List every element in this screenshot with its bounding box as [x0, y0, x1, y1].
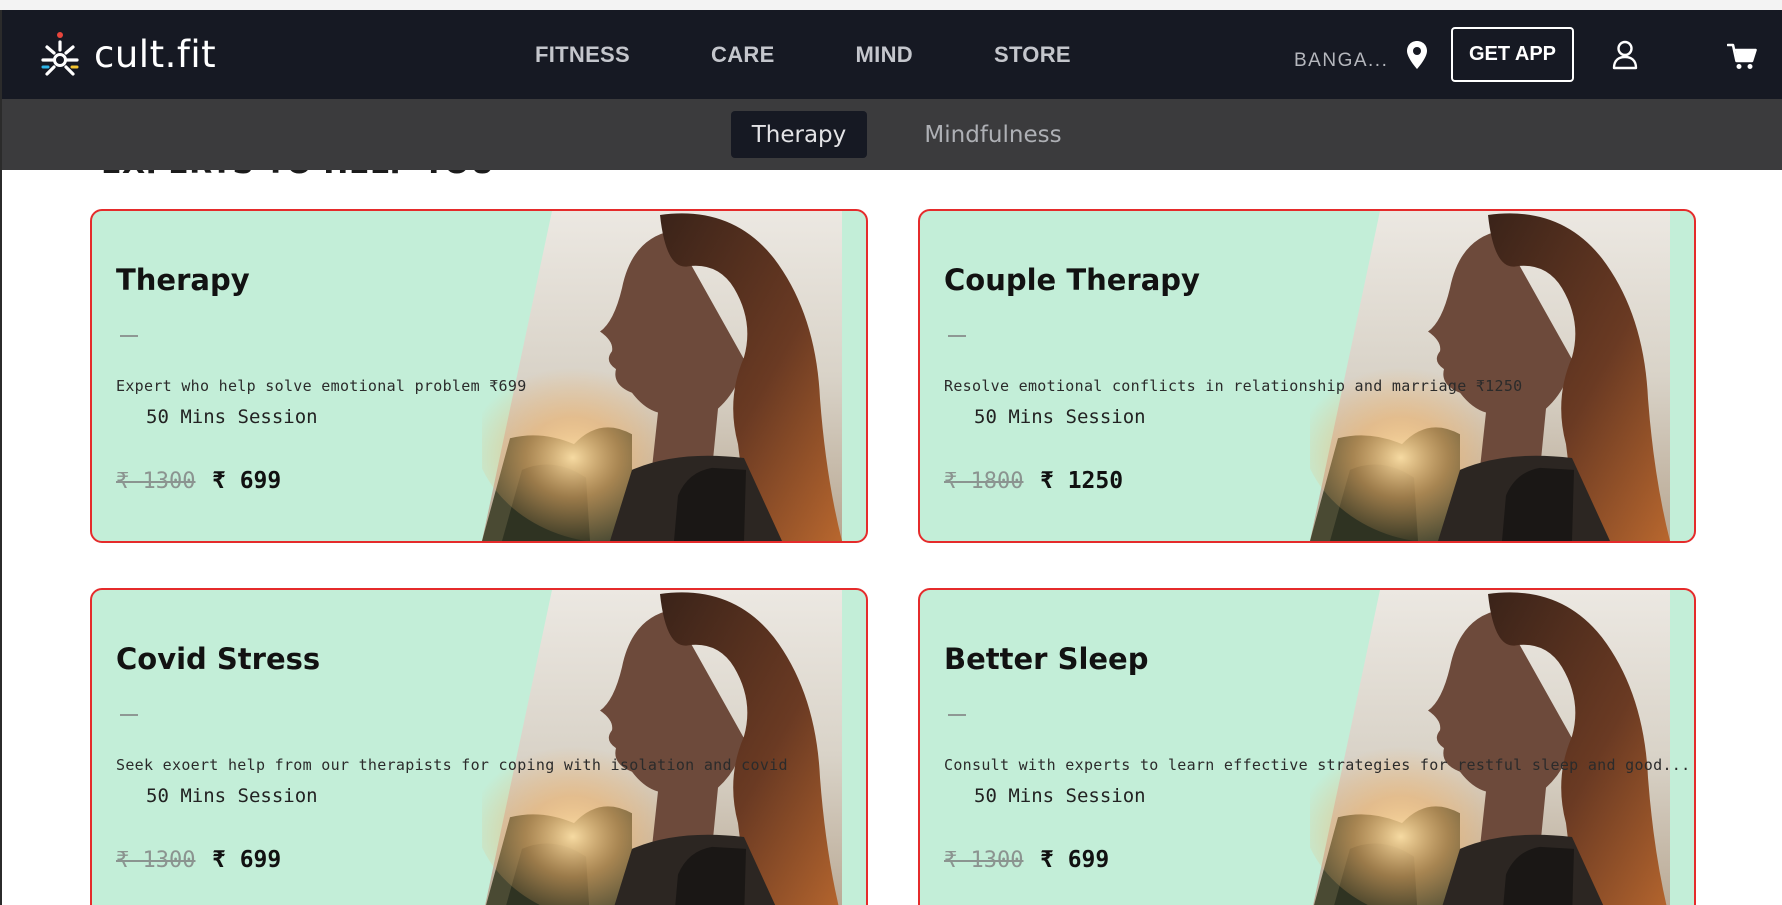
nav-mind[interactable]: MIND — [856, 42, 913, 68]
session-duration: 50 Mins Session — [146, 406, 318, 428]
location-pin-icon[interactable] — [1405, 40, 1429, 70]
nav-care[interactable]: CARE — [711, 42, 775, 68]
card-title: Covid Stress — [116, 642, 321, 676]
original-price: ₹ 1300 — [116, 469, 196, 494]
card-description: Consult with experts to learn effective … — [944, 756, 1691, 774]
brand-name: cult.fit — [94, 32, 217, 76]
discounted-price: ₹ 699 — [1040, 847, 1110, 873]
tab-mindfulness[interactable]: Mindfulness — [907, 111, 1079, 158]
original-price: ₹ 1300 — [944, 848, 1024, 873]
title-divider — [120, 335, 138, 337]
card-description: Seek exoert help from our therapists for… — [116, 756, 788, 774]
session-duration: 50 Mins Session — [146, 785, 318, 807]
woman-sunset-photo — [1310, 590, 1670, 905]
service-card-couple-therapy[interactable]: Couple Therapy Resolve emotional conflic… — [918, 209, 1696, 543]
original-price: ₹ 1300 — [116, 848, 196, 873]
top-navbar: cult.fit FITNESS CARE MIND STORE BANGA..… — [2, 10, 1782, 99]
woman-sunset-photo — [482, 590, 842, 905]
service-card-therapy[interactable]: Therapy Expert who help solve emotional … — [90, 209, 868, 543]
user-icon[interactable] — [1612, 40, 1638, 70]
get-app-button[interactable]: GET APP — [1451, 27, 1574, 82]
discounted-price: ₹ 699 — [212, 847, 282, 873]
card-description: Resolve emotional conflicts in relations… — [944, 377, 1523, 395]
main-nav: FITNESS CARE MIND STORE — [535, 42, 1152, 68]
cult-logo-icon — [41, 32, 79, 76]
discounted-price: ₹ 1250 — [1040, 468, 1124, 494]
woman-sunset-photo — [1310, 211, 1670, 541]
browser-top-strip — [0, 0, 1782, 10]
nav-fitness[interactable]: FITNESS — [535, 42, 630, 68]
title-divider — [120, 714, 138, 716]
sub-nav: Therapy Mindfulness — [2, 99, 1782, 170]
title-divider — [948, 335, 966, 337]
card-title: Therapy — [116, 263, 250, 297]
nav-store[interactable]: STORE — [994, 42, 1071, 68]
original-price: ₹ 1800 — [944, 469, 1024, 494]
brand-logo[interactable]: cult.fit — [38, 30, 216, 78]
location-selector[interactable]: BANGA... — [1294, 50, 1388, 72]
card-title: Couple Therapy — [944, 263, 1200, 297]
tab-therapy[interactable]: Therapy — [731, 111, 867, 158]
service-card-better-sleep[interactable]: Better Sleep Consult with experts to lea… — [918, 588, 1696, 905]
cart-icon[interactable] — [1727, 42, 1757, 70]
session-duration: 50 Mins Session — [974, 785, 1146, 807]
card-title: Better Sleep — [944, 642, 1149, 676]
card-description: Expert who help solve emotional problem … — [116, 377, 527, 395]
service-card-covid-stress[interactable]: Covid Stress Seek exoert help from our t… — [90, 588, 868, 905]
woman-sunset-photo — [482, 211, 842, 541]
discounted-price: ₹ 699 — [212, 468, 282, 494]
window-edge — [0, 10, 2, 905]
session-duration: 50 Mins Session — [974, 406, 1146, 428]
title-divider — [948, 714, 966, 716]
